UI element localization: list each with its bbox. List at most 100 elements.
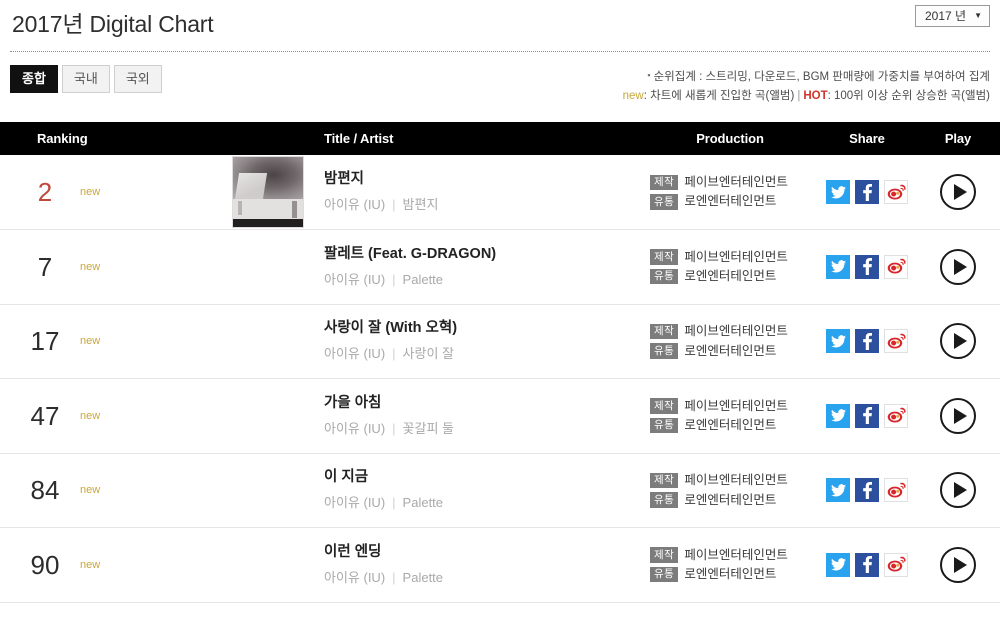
tab-guknae[interactable]: 국내: [61, 65, 110, 93]
distribution-company: 로엔엔터테인먼트: [684, 418, 777, 432]
table-row[interactable]: 17 new 사랑이 잘 (With 오혁) 아이유 (IU) | 사랑이 잘 제작 페이브엔…: [0, 304, 1000, 379]
rank-cell: 7 new: [0, 230, 212, 305]
facebook-share-icon[interactable]: [855, 254, 879, 279]
table-row[interactable]: 7 new 팔레트 (Feat. G-DRAGON) 아이유 (IU) | Palette…: [0, 230, 1000, 305]
facebook-share-icon[interactable]: [855, 329, 879, 354]
artist-name[interactable]: 아이유 (IU): [324, 197, 385, 212]
album-name[interactable]: 꽃갈피 둘: [403, 421, 454, 436]
year-select-dropdown[interactable]: 2017 년 ▼: [915, 5, 990, 27]
table-row[interactable]: 2 new 밤편지 아이유 (IU) | 밤편지 제작 페이브엔터테인먼트 유통 로엔엔터테인먼트: [0, 155, 1000, 230]
production-cell: 제작 페이브엔터테인먼트 유통 로엔엔터테인먼트: [642, 230, 818, 305]
title-artist-cell: 밤편지 아이유 (IU) | 밤편지: [212, 155, 642, 230]
album-name[interactable]: 밤편지: [403, 197, 439, 212]
facebook-share-icon[interactable]: [855, 552, 879, 577]
play-icon[interactable]: [940, 174, 976, 210]
album-art-thumbnail[interactable]: [232, 156, 304, 228]
legend-line-2: new: 차트에 새롭게 진입한 곡(앨범) | HOT: 100위 이상 순위 상…: [623, 87, 990, 106]
distribution-line: 유통 로엔엔터테인먼트: [650, 194, 818, 210]
artist-name[interactable]: 아이유 (IU): [324, 495, 385, 510]
weibo-share-icon[interactable]: [884, 254, 908, 279]
song-title[interactable]: 가을 아침: [324, 395, 454, 412]
production-cell: 제작 페이브엔터테인먼트 유통 로엔엔터테인먼트: [642, 379, 818, 454]
song-title[interactable]: 사랑이 잘 (With 오혁): [324, 320, 457, 337]
legend-hot-desc: : 100위 이상 순위 상승한 곡(앨범): [827, 90, 990, 102]
table-row[interactable]: 84 new 이 지금 아이유 (IU) | Palette 제작 페이브엔터테인먼트 유통 로엔…: [0, 453, 1000, 528]
legend-separator: |: [797, 90, 801, 102]
twitter-share-icon[interactable]: [826, 329, 850, 354]
legend-new-tag: new: [622, 90, 644, 102]
production-line: 제작 페이브엔터테인먼트: [650, 323, 818, 340]
status-badge: new: [80, 558, 101, 571]
weibo-share-icon[interactable]: [884, 329, 908, 354]
album-name[interactable]: Palette: [403, 495, 443, 510]
column-header-play: Play: [944, 131, 972, 146]
song-meta: 아이유 (IU) | Palette: [324, 272, 496, 288]
twitter-share-icon[interactable]: [826, 478, 850, 503]
artist-name[interactable]: 아이유 (IU): [324, 346, 385, 361]
rank-number: 7: [37, 251, 53, 282]
twitter-share-icon[interactable]: [826, 552, 850, 577]
tab-gukoe[interactable]: 국외: [113, 65, 162, 93]
weibo-share-icon[interactable]: [884, 403, 908, 428]
rank-number: 2: [37, 177, 53, 207]
table-row[interactable]: 90 new 이런 엔딩 아이유 (IU) | Palette 제작 페이브엔터테인먼트 유통 로…: [0, 528, 1000, 602]
twitter-share-icon[interactable]: [826, 180, 850, 204]
play-cell: [916, 230, 1000, 305]
song-meta: 아이유 (IU) | 꽃갈피 둘: [324, 421, 454, 437]
title-artist-cell: 이 지금 아이유 (IU) | Palette: [212, 453, 642, 528]
distribution-badge: 유통: [650, 417, 679, 434]
twitter-share-icon[interactable]: [826, 254, 850, 279]
rank-number: 47: [30, 400, 60, 431]
play-icon[interactable]: [940, 397, 976, 434]
production-company: 페이브엔터테인먼트: [684, 324, 788, 338]
column-header-ranking: Ranking: [37, 131, 88, 146]
table-header-row: Ranking Title / Artist Production Share …: [0, 122, 1000, 155]
production-line: 제작 페이브엔터테인먼트: [650, 547, 818, 563]
song-title[interactable]: 팔레트 (Feat. G-DRAGON): [324, 246, 496, 263]
song-meta: 아이유 (IU) | 밤편지: [324, 197, 438, 213]
album-name[interactable]: Palette: [403, 272, 443, 287]
production-badge: 제작: [650, 547, 679, 563]
rank-cell: 47 new: [0, 379, 212, 454]
column-header-production: Production: [696, 131, 764, 146]
distribution-line: 유통 로엔엔터테인먼트: [650, 566, 818, 583]
weibo-share-icon[interactable]: [884, 180, 908, 204]
share-cell: [818, 155, 916, 230]
artist-name[interactable]: 아이유 (IU): [324, 272, 385, 287]
artist-name[interactable]: 아이유 (IU): [324, 421, 385, 436]
song-meta: 아이유 (IU) | 사랑이 잘: [324, 346, 457, 362]
play-icon[interactable]: [940, 323, 976, 360]
share-cell: [818, 304, 916, 379]
facebook-share-icon[interactable]: [855, 478, 879, 503]
distribution-company: 로엔엔터테인먼트: [684, 194, 777, 209]
status-badge: new: [80, 335, 101, 348]
play-icon[interactable]: [940, 472, 976, 509]
table-row[interactable]: 47 new 가을 아침 아이유 (IU) | 꽃갈피 둘 제작 페이브엔터테인먼트 유통 로엔엔…: [0, 379, 1000, 454]
album-name[interactable]: 사랑이 잘: [403, 346, 454, 361]
distribution-company: 로엔엔터테인먼트: [684, 492, 777, 507]
year-select-value: 2017 년: [925, 9, 967, 23]
song-title[interactable]: 이 지금: [324, 469, 443, 486]
production-badge: 제작: [650, 174, 679, 190]
distribution-line: 유통 로엔엔터테인먼트: [650, 417, 818, 434]
play-icon[interactable]: [940, 546, 976, 583]
production-cell: 제작 페이브엔터테인먼트 유통 로엔엔터테인먼트: [642, 155, 818, 230]
facebook-share-icon[interactable]: [855, 180, 879, 204]
song-title[interactable]: 이런 엔딩: [324, 544, 443, 561]
weibo-share-icon[interactable]: [884, 478, 908, 503]
weibo-share-icon[interactable]: [884, 552, 908, 577]
page-title: 2017년 Digital Chart: [12, 11, 214, 37]
production-line: 제작 페이브엔터테인먼트: [650, 249, 818, 265]
twitter-share-icon[interactable]: [826, 403, 850, 428]
album-name[interactable]: Palette: [403, 570, 443, 585]
production-company: 페이브엔터테인먼트: [684, 473, 788, 487]
artist-name[interactable]: 아이유 (IU): [324, 570, 385, 585]
distribution-company: 로엔엔터테인먼트: [684, 567, 777, 581]
meta-separator: |: [392, 346, 396, 362]
play-cell: [916, 453, 1000, 528]
play-icon[interactable]: [940, 248, 976, 285]
production-badge: 제작: [650, 323, 679, 340]
tab-jonghap[interactable]: 종합: [10, 65, 58, 93]
song-title[interactable]: 밤편지: [324, 171, 438, 188]
facebook-share-icon[interactable]: [855, 403, 879, 428]
